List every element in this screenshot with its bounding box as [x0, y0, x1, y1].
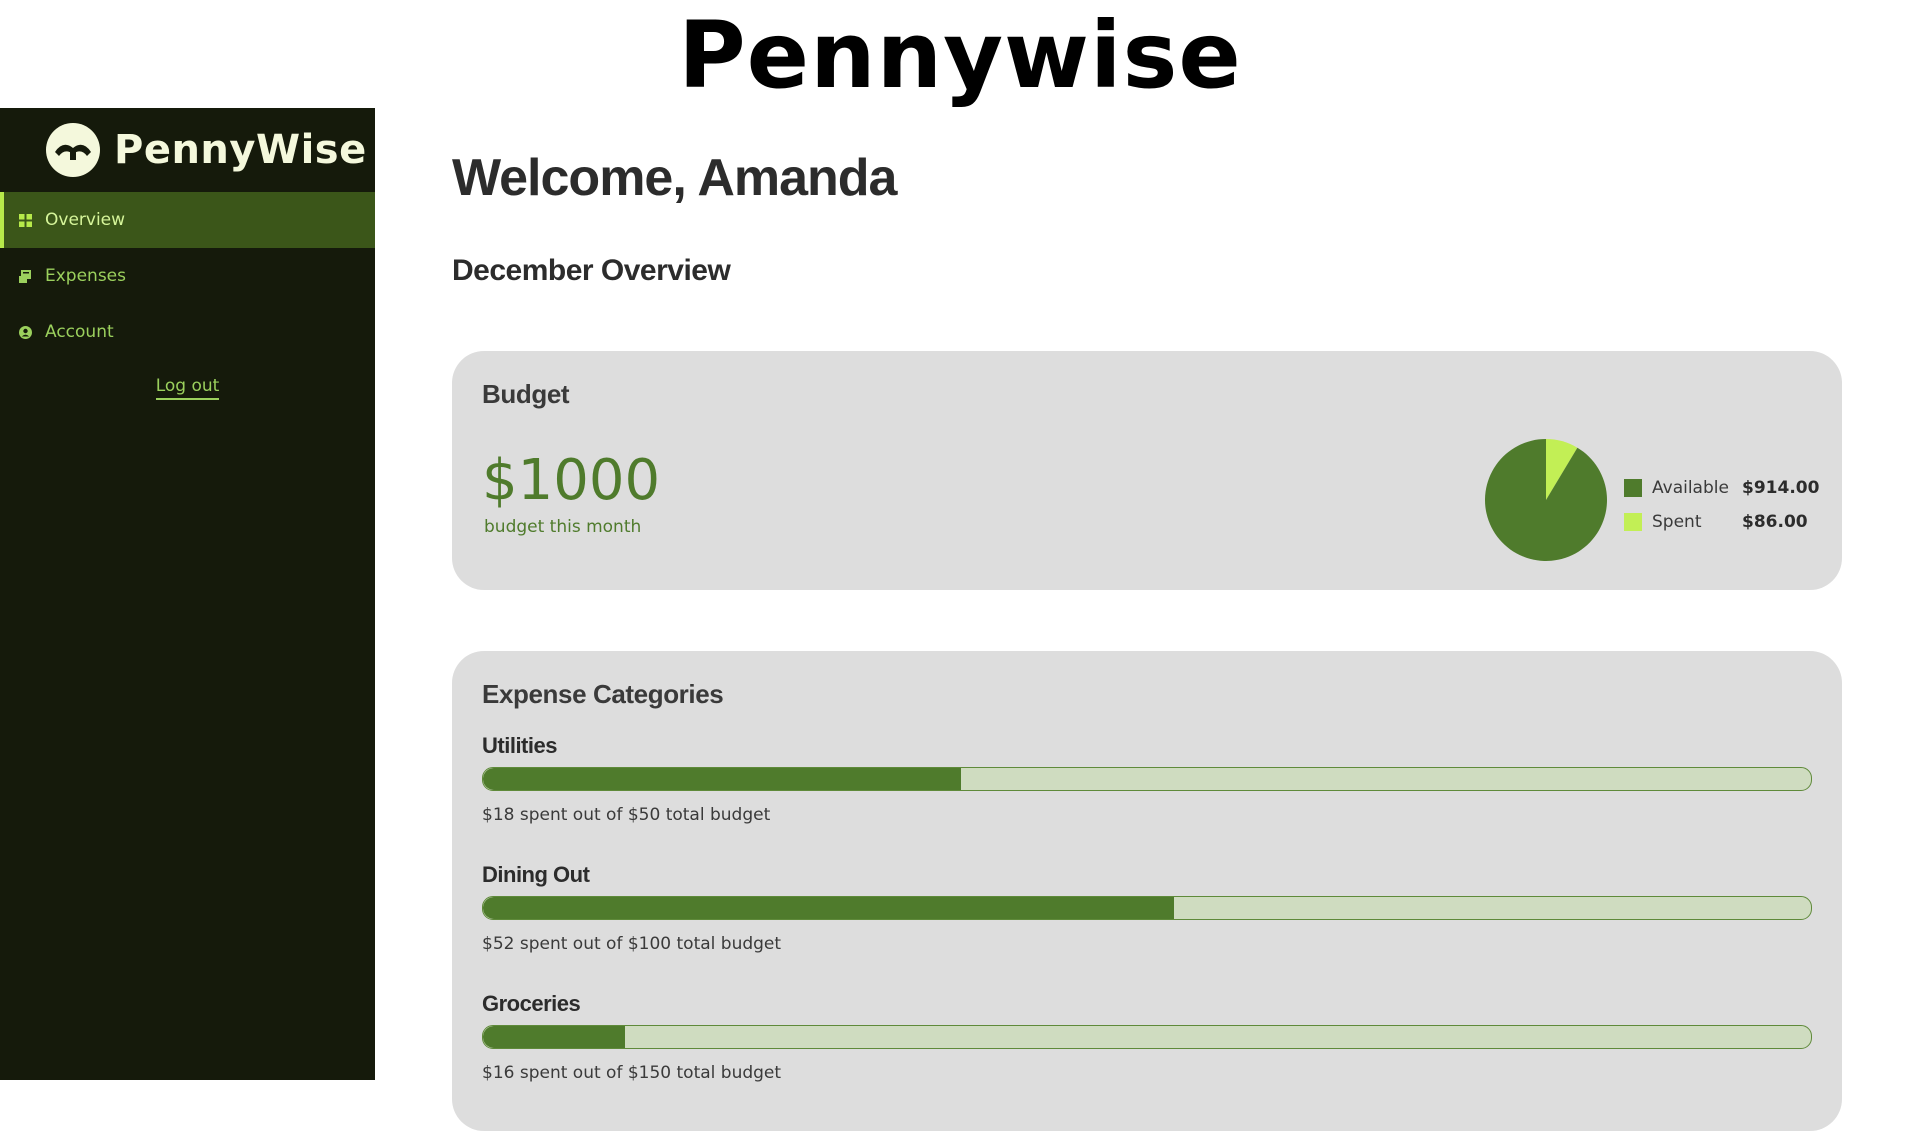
category-name: Utilities [482, 733, 557, 758]
category-progress-fill [483, 768, 962, 790]
brand-name: PennyWise [114, 127, 367, 173]
expense-categories-card: Expense Categories Utilities $18 spent o… [452, 651, 1842, 1131]
legend-value: $86.00 [1742, 512, 1808, 532]
logout: Log out [0, 376, 375, 400]
expense-category-dining-out: Dining Out $52 spent out of $100 total b… [482, 862, 1812, 954]
overview-title: December Overview [452, 254, 731, 287]
category-progress-bar [482, 896, 1812, 920]
budget-pie-chart [1485, 439, 1607, 561]
legend-value: $914.00 [1742, 478, 1820, 498]
welcome-heading: Welcome, Amanda [452, 149, 897, 207]
legend-swatch-spent [1624, 513, 1642, 531]
sidebar-item-label: Overview [45, 210, 126, 230]
legend-swatch-available [1624, 479, 1642, 497]
legend-label: Available [1652, 478, 1729, 498]
category-progress-bar [482, 767, 1812, 791]
legend-row-spent: Spent $86.00 [1624, 505, 1819, 539]
legend-label: Spent [1652, 512, 1702, 532]
budget-caption: budget this month [484, 517, 642, 537]
budget-card: Budget $1000 budget this month Available… [452, 351, 1842, 590]
page-title: Pennywise [678, 2, 1242, 109]
grid-icon [18, 213, 32, 227]
sidebar: PennyWise Overview Expenses Account Log … [0, 108, 375, 1080]
brand[interactable]: PennyWise [46, 120, 367, 180]
receipt-icon [18, 269, 32, 283]
sidebar-nav: Overview Expenses Account [0, 192, 375, 360]
category-name: Groceries [482, 991, 581, 1016]
sidebar-item-overview[interactable]: Overview [0, 192, 375, 248]
sidebar-item-expenses[interactable]: Expenses [0, 248, 375, 304]
logout-link[interactable]: Log out [155, 376, 220, 400]
user-circle-icon [18, 325, 32, 339]
category-caption: $18 spent out of $50 total budget [482, 805, 771, 825]
sidebar-item-label: Expenses [45, 266, 126, 286]
budget-title: Budget [482, 379, 570, 409]
category-name: Dining Out [482, 862, 590, 887]
penny-logo-icon [46, 123, 100, 177]
pie-legend: Available $914.00 Spent $86.00 [1624, 471, 1819, 539]
sidebar-item-label: Account [45, 322, 114, 342]
category-progress-fill [483, 1026, 625, 1048]
legend-row-available: Available $914.00 [1624, 471, 1819, 505]
category-caption: $52 spent out of $100 total budget [482, 934, 782, 954]
sidebar-item-account[interactable]: Account [0, 304, 375, 360]
expense-category-utilities: Utilities $18 spent out of $50 total bud… [482, 733, 1812, 825]
expense-categories-title: Expense Categories [482, 679, 724, 709]
category-caption: $16 spent out of $150 total budget [482, 1063, 782, 1083]
expense-category-groceries: Groceries $16 spent out of $150 total bu… [482, 991, 1812, 1083]
budget-amount: $1000 [482, 448, 661, 513]
category-progress-fill [483, 897, 1174, 919]
category-progress-bar [482, 1025, 1812, 1049]
pie-slice-available [1485, 439, 1607, 561]
